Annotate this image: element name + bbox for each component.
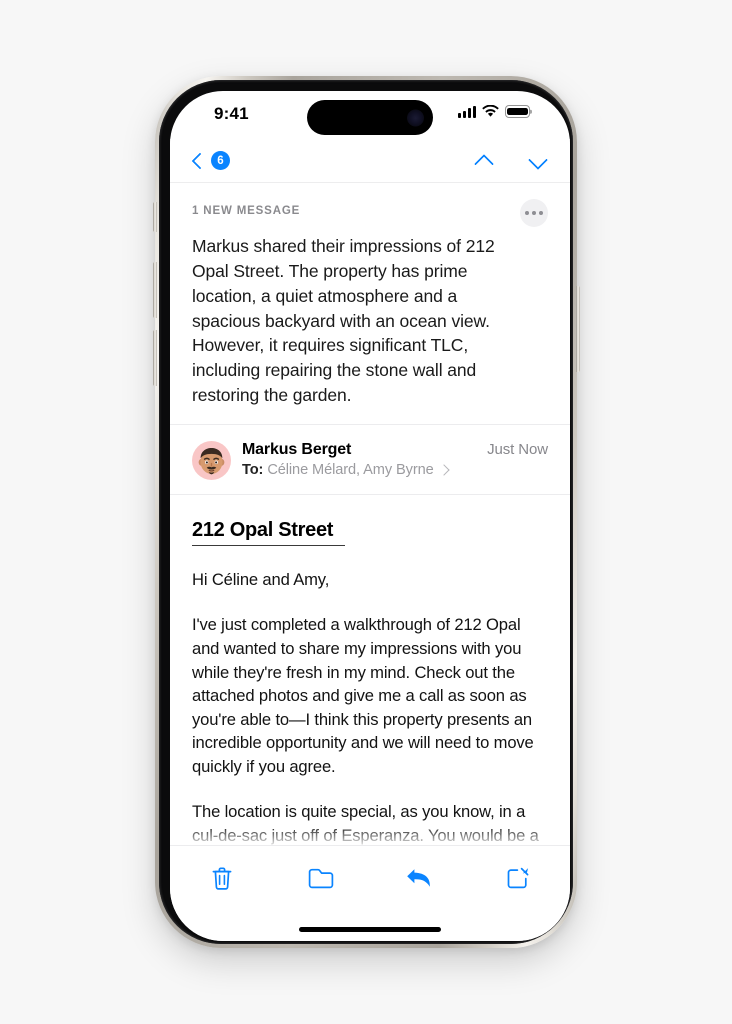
chevron-right-icon[interactable] <box>437 464 450 476</box>
navigation-bar: 6 <box>170 139 570 183</box>
body-paragraph: The location is quite special, as you kn… <box>192 802 539 851</box>
to-label: To: <box>242 461 264 478</box>
reply-button[interactable] <box>397 859 441 897</box>
message-timestamp: Just Now <box>487 440 548 458</box>
front-camera-lens <box>407 109 424 126</box>
body-paragraph: Hi Céline and Amy, <box>192 569 330 589</box>
battery-full-icon <box>505 105 530 118</box>
dynamic-island <box>307 100 433 135</box>
volume-up-button[interactable] <box>152 262 157 318</box>
message-subject: 212 Opal Street <box>192 519 346 546</box>
compose-icon <box>507 867 529 889</box>
iphone-device-frame: 9:41 6 1 NEW MESSAGE Markus shared their… <box>152 76 580 948</box>
compose-button[interactable] <box>496 859 540 897</box>
device-screen: 9:41 6 1 NEW MESSAGE Markus shared their… <box>170 91 570 941</box>
cellular-signal-icon <box>458 105 476 118</box>
move-to-folder-button[interactable] <box>299 859 343 897</box>
memoji-avatar[interactable] <box>192 440 231 480</box>
trash-icon <box>212 866 232 890</box>
chevron-left-icon[interactable] <box>192 151 204 171</box>
status-bar: 9:41 <box>170 91 570 139</box>
screenshot-stage: 9:41 6 1 NEW MESSAGE Markus shared their… <box>0 0 732 1024</box>
volume-down-button[interactable] <box>152 330 157 386</box>
memoji-face-illustration <box>198 447 225 475</box>
sender-row[interactable]: Markus Berget Just Now To: Céline Mélard… <box>170 425 570 495</box>
home-indicator[interactable] <box>299 927 441 932</box>
action-button[interactable] <box>152 202 157 232</box>
summary-header: 1 NEW MESSAGE <box>192 199 548 227</box>
unread-count-badge: 6 <box>211 151 230 170</box>
recipients-row[interactable]: To: Céline Mélard, Amy Byrne <box>242 462 548 478</box>
folder-icon <box>308 868 333 888</box>
chevron-up-icon[interactable] <box>474 154 494 167</box>
nav-message-stepper <box>474 154 548 167</box>
ellipsis-icon[interactable] <box>520 199 548 227</box>
summary-text: Markus shared their impressions of 212 O… <box>192 236 495 406</box>
sender-info: Markus Berget Just Now To: Céline Mélard… <box>242 441 548 478</box>
delete-button[interactable] <box>200 859 244 897</box>
sender-top-line: Markus Berget Just Now <box>242 441 548 459</box>
body-paragraph: I've just completed a walkthrough of 212… <box>192 615 534 776</box>
chevron-down-icon[interactable] <box>528 154 548 167</box>
summary-label: 1 NEW MESSAGE <box>192 205 301 217</box>
status-bar-clock: 9:41 <box>214 104 249 123</box>
status-bar-indicators <box>458 105 530 118</box>
message-body: 212 Opal Street Hi Céline and Amy, I've … <box>170 495 570 851</box>
reply-arrow-icon <box>407 869 431 887</box>
sender-name: Markus Berget <box>242 440 352 458</box>
nav-back-group[interactable]: 6 <box>192 151 230 171</box>
device-bezel: 9:41 6 1 NEW MESSAGE Markus shared their… <box>159 80 573 944</box>
power-button[interactable] <box>575 286 580 372</box>
ai-summary-section: 1 NEW MESSAGE Markus shared their impres… <box>170 183 570 425</box>
recipient-names: Céline Mélard, Amy Byrne <box>267 461 434 478</box>
wifi-icon <box>482 105 499 117</box>
